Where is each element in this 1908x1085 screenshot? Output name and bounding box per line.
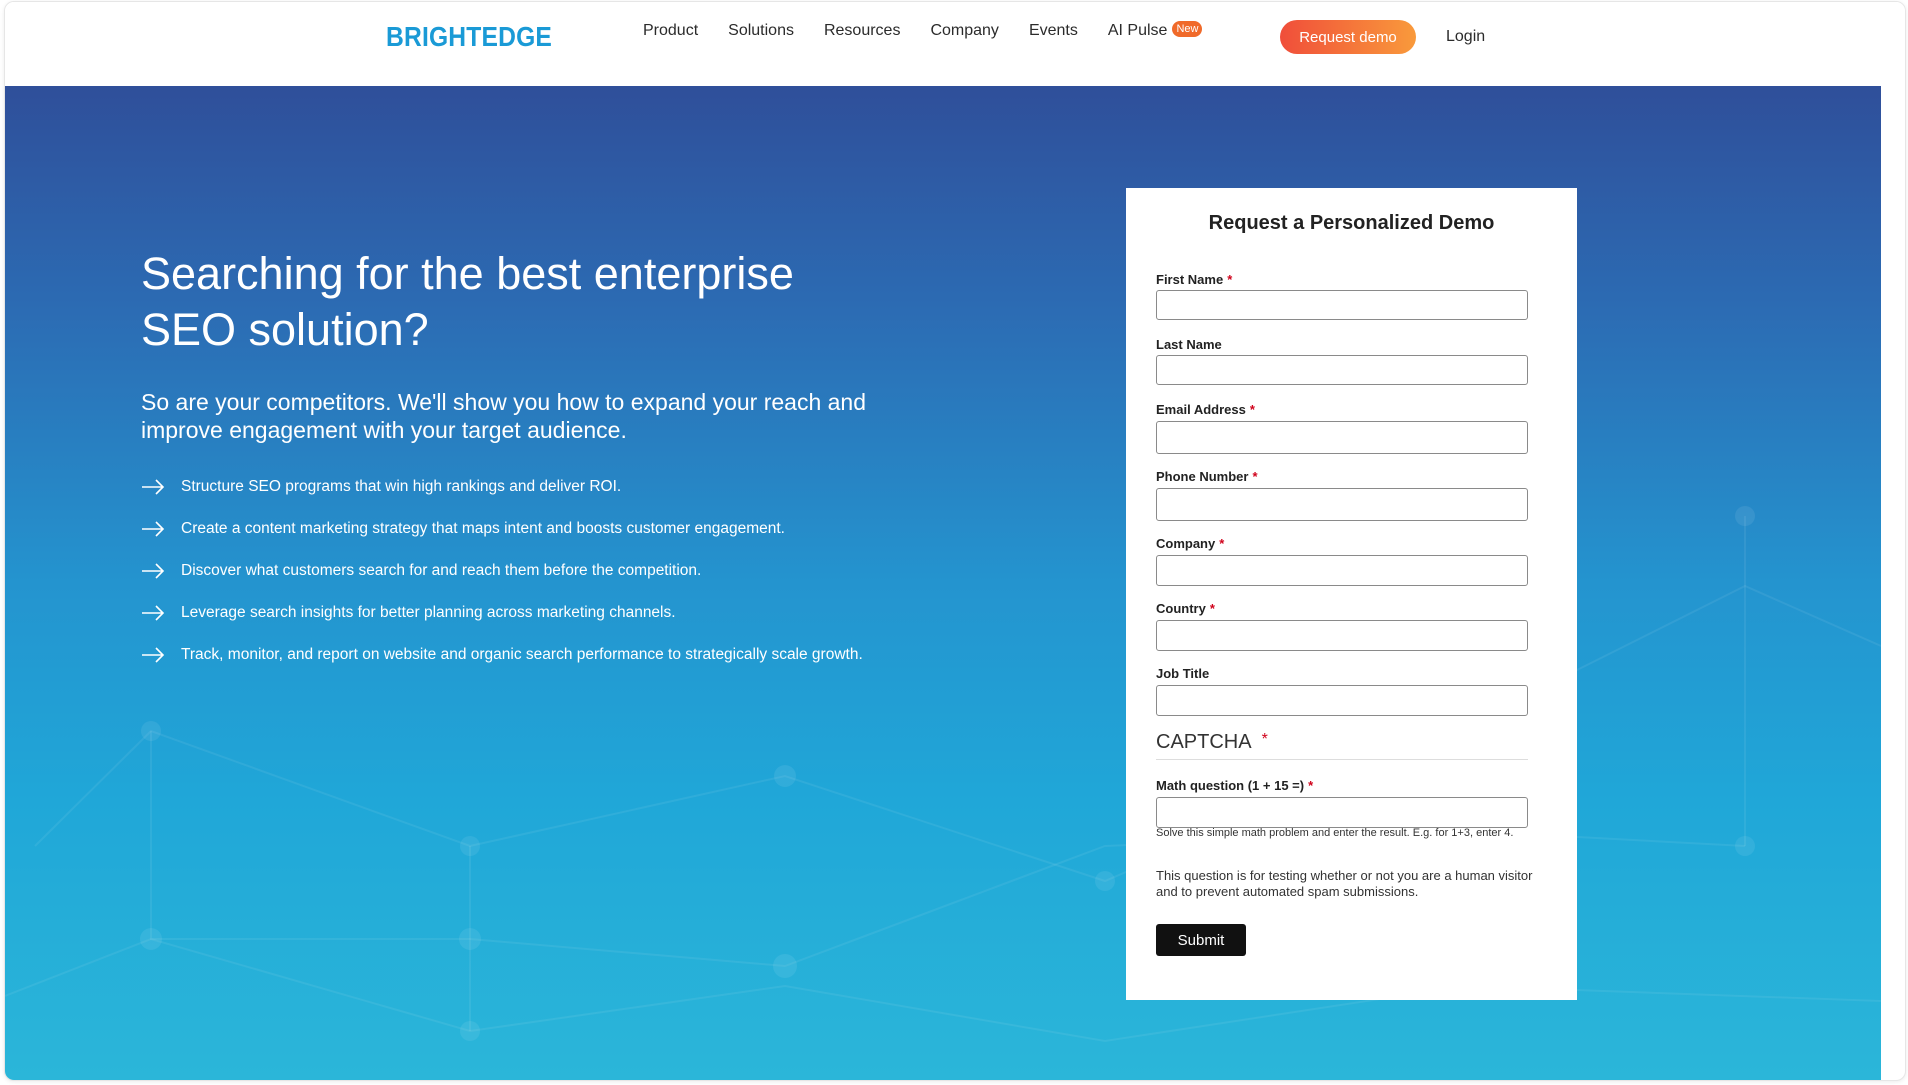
site-header: BRIGHTEDGE Product Solutions Resources C… bbox=[5, 2, 1905, 86]
benefit-text: Discover what customers search for and r… bbox=[181, 562, 702, 579]
benefit-item: Discover what customers search for and r… bbox=[141, 562, 863, 604]
job-title-label-text: Job Title bbox=[1156, 666, 1210, 681]
math-answer-input[interactable] bbox=[1156, 797, 1528, 828]
main-nav: Product Solutions Resources Company Even… bbox=[643, 21, 1203, 40]
benefit-text: Track, monitor, and report on website an… bbox=[181, 646, 863, 663]
nav-events[interactable]: Events bbox=[1029, 22, 1078, 40]
benefit-text: Leverage search insights for better plan… bbox=[181, 604, 676, 621]
login-link[interactable]: Login bbox=[1446, 28, 1485, 46]
nav-ai-pulse-label: AI Pulse bbox=[1107, 22, 1168, 39]
captcha-divider bbox=[1156, 759, 1528, 760]
brightedge-logo[interactable]: BRIGHTEDGE bbox=[386, 21, 552, 53]
required-asterisk: * bbox=[1252, 469, 1258, 484]
required-asterisk: * bbox=[1219, 536, 1225, 551]
country-label-text: Country bbox=[1156, 601, 1206, 616]
nav-solutions[interactable]: Solutions bbox=[728, 22, 794, 40]
required-asterisk: * bbox=[1249, 402, 1255, 417]
captcha-heading: CAPTCHA * bbox=[1156, 731, 1268, 754]
benefit-item: Track, monitor, and report on website an… bbox=[141, 646, 863, 688]
request-demo-button[interactable]: Request demo bbox=[1280, 20, 1416, 54]
required-asterisk: * bbox=[1308, 778, 1314, 793]
submit-button[interactable]: Submit bbox=[1156, 924, 1246, 956]
hero-subheading: So are your competitors. We'll show you … bbox=[141, 389, 867, 443]
country-input[interactable] bbox=[1156, 620, 1528, 651]
demo-request-form: Request a Personalized Demo First Name * … bbox=[1126, 188, 1577, 1000]
benefit-text: Structure SEO programs that win high ran… bbox=[181, 478, 622, 495]
benefit-item: Leverage search insights for better plan… bbox=[141, 604, 863, 646]
arrow-right-icon bbox=[142, 605, 165, 621]
phone-input[interactable] bbox=[1156, 488, 1528, 521]
company-label: Company * bbox=[1156, 536, 1224, 551]
math-question-label-text: Math question (1 + 15 =) bbox=[1156, 778, 1305, 793]
first-name-input[interactable] bbox=[1156, 290, 1528, 320]
required-asterisk: * bbox=[1261, 731, 1268, 748]
first-name-label: First Name * bbox=[1156, 272, 1232, 287]
nav-ai-pulse[interactable]: AI Pulse New bbox=[1107, 21, 1203, 40]
phone-label: Phone Number * bbox=[1156, 469, 1258, 484]
company-label-text: Company bbox=[1156, 536, 1216, 551]
last-name-label: Last Name bbox=[1156, 337, 1222, 352]
nav-resources[interactable]: Resources bbox=[824, 22, 900, 40]
hero-section: Searching for the best enterprise SEO so… bbox=[5, 86, 1881, 1080]
country-label: Country * bbox=[1156, 601, 1215, 616]
browser-frame: BRIGHTEDGE Product Solutions Resources C… bbox=[4, 1, 1906, 1081]
job-title-input[interactable] bbox=[1156, 685, 1528, 716]
phone-label-text: Phone Number bbox=[1156, 469, 1249, 484]
benefits-list: Structure SEO programs that win high ran… bbox=[141, 478, 863, 688]
arrow-right-icon bbox=[142, 563, 165, 579]
required-asterisk: * bbox=[1227, 272, 1233, 287]
email-label: Email Address * bbox=[1156, 402, 1255, 417]
required-asterisk: * bbox=[1209, 601, 1215, 616]
benefit-item: Create a content marketing strategy that… bbox=[141, 520, 863, 562]
new-badge: New bbox=[1172, 21, 1203, 37]
arrow-right-icon bbox=[142, 479, 165, 495]
last-name-label-text: Last Name bbox=[1156, 337, 1222, 352]
job-title-label: Job Title bbox=[1156, 666, 1209, 681]
first-name-label-text: First Name bbox=[1156, 272, 1224, 287]
captcha-note: This question is for testing whether or … bbox=[1156, 868, 1533, 899]
arrow-right-icon bbox=[142, 521, 165, 537]
hero-headline-line-1: Searching for the best enterprise bbox=[141, 248, 794, 299]
company-input[interactable] bbox=[1156, 555, 1528, 586]
arrow-right-icon bbox=[142, 647, 165, 663]
nav-company[interactable]: Company bbox=[930, 22, 998, 40]
last-name-input[interactable] bbox=[1156, 355, 1528, 385]
email-label-text: Email Address bbox=[1156, 402, 1246, 417]
math-question-label: Math question (1 + 15 =) * bbox=[1156, 778, 1313, 793]
email-input[interactable] bbox=[1156, 421, 1528, 454]
benefit-text: Create a content marketing strategy that… bbox=[181, 520, 785, 537]
captcha-heading-text: CAPTCHA bbox=[1156, 731, 1252, 753]
form-title: Request a Personalized Demo bbox=[1208, 212, 1495, 234]
benefit-item: Structure SEO programs that win high ran… bbox=[141, 478, 863, 520]
hero-headline: Searching for the best enterprise SEO so… bbox=[141, 246, 861, 358]
captcha-help-text: Solve this simple math problem and enter… bbox=[1156, 827, 1514, 839]
hero-headline-line-2: SEO solution? bbox=[141, 304, 429, 355]
nav-product[interactable]: Product bbox=[643, 22, 698, 40]
